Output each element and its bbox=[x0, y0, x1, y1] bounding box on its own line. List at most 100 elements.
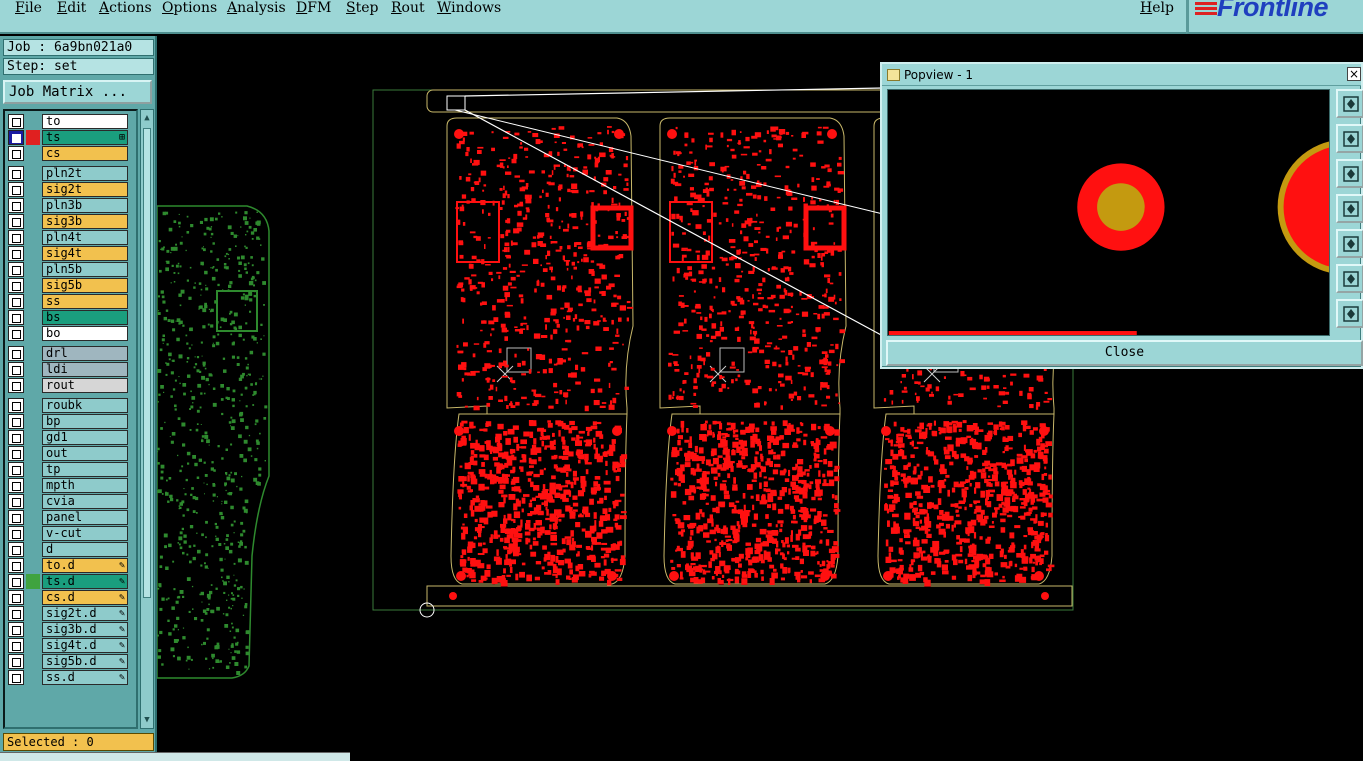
layer-row-ldi[interactable]: ldi bbox=[8, 362, 128, 377]
scroll-up-icon[interactable]: ▲ bbox=[142, 112, 152, 124]
layer-checkbox[interactable] bbox=[8, 670, 24, 685]
layer-checkbox[interactable] bbox=[8, 262, 24, 277]
layer-row-panel[interactable]: panel bbox=[8, 510, 128, 525]
layer-row-pln5b[interactable]: pln5b bbox=[8, 262, 128, 277]
pan-right-icon[interactable] bbox=[1336, 229, 1363, 258]
layer-name[interactable]: pln5b bbox=[42, 262, 128, 277]
layer-name[interactable]: ldi bbox=[42, 362, 128, 377]
layer-name[interactable]: tp bbox=[42, 462, 128, 477]
layer-name[interactable]: roubk bbox=[42, 398, 128, 413]
layer-name[interactable]: drl bbox=[42, 346, 128, 361]
layer-checkbox[interactable] bbox=[8, 130, 24, 145]
layer-row-mpth[interactable]: mpth bbox=[8, 478, 128, 493]
layer-name[interactable]: ss.d ✎ bbox=[42, 670, 128, 685]
layer-row-pln4t[interactable]: pln4t bbox=[8, 230, 128, 245]
menu-windows[interactable]: Windows bbox=[437, 0, 501, 16]
layer-name[interactable]: pln2t bbox=[42, 166, 128, 181]
layer-row-bo[interactable]: bo bbox=[8, 326, 128, 341]
layer-name[interactable]: v-cut bbox=[42, 526, 128, 541]
layer-checkbox[interactable] bbox=[8, 294, 24, 309]
layer-name[interactable]: bo bbox=[42, 326, 128, 341]
layer-row-cs.d[interactable]: cs.d ✎ bbox=[8, 590, 128, 605]
menu-file[interactable]: File bbox=[15, 0, 42, 16]
layer-row-rout[interactable]: rout bbox=[8, 378, 128, 393]
layer-checkbox[interactable] bbox=[8, 558, 24, 573]
menu-help[interactable]: Help bbox=[1140, 0, 1174, 16]
layer-row-d[interactable]: d bbox=[8, 542, 128, 557]
layer-row-sig3b.d[interactable]: sig3b.d ✎ bbox=[8, 622, 128, 637]
layer-checkbox[interactable] bbox=[8, 526, 24, 541]
layer-row-cs[interactable]: cs bbox=[8, 146, 128, 161]
layer-row-ts[interactable]: ts ⊞ bbox=[8, 130, 128, 145]
layer-checkbox[interactable] bbox=[8, 574, 24, 589]
popview-titlebar[interactable]: Popview - 1 × bbox=[882, 64, 1361, 86]
pan-up-icon[interactable] bbox=[1336, 124, 1363, 153]
layer-checkbox[interactable] bbox=[8, 362, 24, 377]
layer-checkbox[interactable] bbox=[8, 654, 24, 669]
layer-name[interactable]: bs bbox=[42, 310, 128, 325]
layer-list-scrollbar[interactable]: ▲ ▼ bbox=[140, 109, 154, 729]
menu-step[interactable]: Step bbox=[346, 0, 378, 16]
layer-checkbox[interactable] bbox=[8, 622, 24, 637]
layer-row-sig5b.d[interactable]: sig5b.d ✎ bbox=[8, 654, 128, 669]
layer-row-sig2t.d[interactable]: sig2t.d ✎ bbox=[8, 606, 128, 621]
layer-checkbox[interactable] bbox=[8, 230, 24, 245]
zoom-fit-icon[interactable] bbox=[1336, 89, 1363, 118]
layer-name[interactable]: to.d ✎ bbox=[42, 558, 128, 573]
layer-row-cvia[interactable]: cvia bbox=[8, 494, 128, 509]
layer-row-sig5b[interactable]: sig5b bbox=[8, 278, 128, 293]
layer-row-ss[interactable]: ss bbox=[8, 294, 128, 309]
layer-name[interactable]: pln3b bbox=[42, 198, 128, 213]
layer-checkbox[interactable] bbox=[8, 278, 24, 293]
layer-name[interactable]: sig2t.d ✎ bbox=[42, 606, 128, 621]
layer-checkbox[interactable] bbox=[8, 446, 24, 461]
layer-checkbox[interactable] bbox=[8, 478, 24, 493]
layer-name[interactable]: pln4t bbox=[42, 230, 128, 245]
layer-checkbox[interactable] bbox=[8, 606, 24, 621]
layer-checkbox[interactable] bbox=[8, 326, 24, 341]
close-icon[interactable]: × bbox=[1347, 67, 1361, 81]
layer-checkbox[interactable] bbox=[8, 346, 24, 361]
layer-name[interactable]: rout bbox=[42, 378, 128, 393]
layer-checkbox[interactable] bbox=[8, 114, 24, 129]
job-matrix-button[interactable]: Job Matrix ... bbox=[3, 80, 152, 104]
layer-name[interactable]: gd1 bbox=[42, 430, 128, 445]
menu-dfm[interactable]: DFM bbox=[296, 0, 331, 16]
pan-left-icon[interactable] bbox=[1336, 194, 1363, 223]
pan-down-icon[interactable] bbox=[1336, 159, 1363, 188]
layer-checkbox[interactable] bbox=[8, 590, 24, 605]
layer-name[interactable]: ts ⊞ bbox=[42, 130, 128, 145]
layer-checkbox[interactable] bbox=[8, 398, 24, 413]
layer-row-roubk[interactable]: roubk bbox=[8, 398, 128, 413]
layer-name[interactable]: ss bbox=[42, 294, 128, 309]
menu-analysis[interactable]: Analysis bbox=[227, 0, 286, 16]
layer-checkbox[interactable] bbox=[8, 246, 24, 261]
layer-name[interactable]: bp bbox=[42, 414, 128, 429]
layer-checkbox[interactable] bbox=[8, 146, 24, 161]
layer-row-to.d[interactable]: to.d ✎ bbox=[8, 558, 128, 573]
layer-checkbox[interactable] bbox=[8, 510, 24, 525]
layer-name[interactable]: sig3b.d ✎ bbox=[42, 622, 128, 637]
layer-name[interactable]: to bbox=[42, 114, 128, 129]
scrollbar-thumb[interactable] bbox=[143, 128, 151, 598]
layer-checkbox[interactable] bbox=[8, 198, 24, 213]
layer-name[interactable]: sig4t.d ✎ bbox=[42, 638, 128, 653]
close-button[interactable]: Close bbox=[886, 340, 1363, 366]
layer-name[interactable]: panel bbox=[42, 510, 128, 525]
layer-row-gd1[interactable]: gd1 bbox=[8, 430, 128, 445]
layer-row-sig4t.d[interactable]: sig4t.d ✎ bbox=[8, 638, 128, 653]
layer-checkbox[interactable] bbox=[8, 430, 24, 445]
layer-row-sig2t[interactable]: sig2t bbox=[8, 182, 128, 197]
layer-name[interactable]: sig2t bbox=[42, 182, 128, 197]
layer-name[interactable]: out bbox=[42, 446, 128, 461]
layer-checkbox[interactable] bbox=[8, 542, 24, 557]
layer-work-indicator[interactable] bbox=[26, 130, 40, 145]
layer-name[interactable]: cs bbox=[42, 146, 128, 161]
layer-row-pln2t[interactable]: pln2t bbox=[8, 166, 128, 181]
layer-row-ss.d[interactable]: ss.d ✎ bbox=[8, 670, 128, 685]
layer-checkbox[interactable] bbox=[8, 414, 24, 429]
layer-name[interactable]: cs.d ✎ bbox=[42, 590, 128, 605]
layer-row-sig3b[interactable]: sig3b bbox=[8, 214, 128, 229]
layer-checkbox[interactable] bbox=[8, 462, 24, 477]
layer-checkbox[interactable] bbox=[8, 494, 24, 509]
